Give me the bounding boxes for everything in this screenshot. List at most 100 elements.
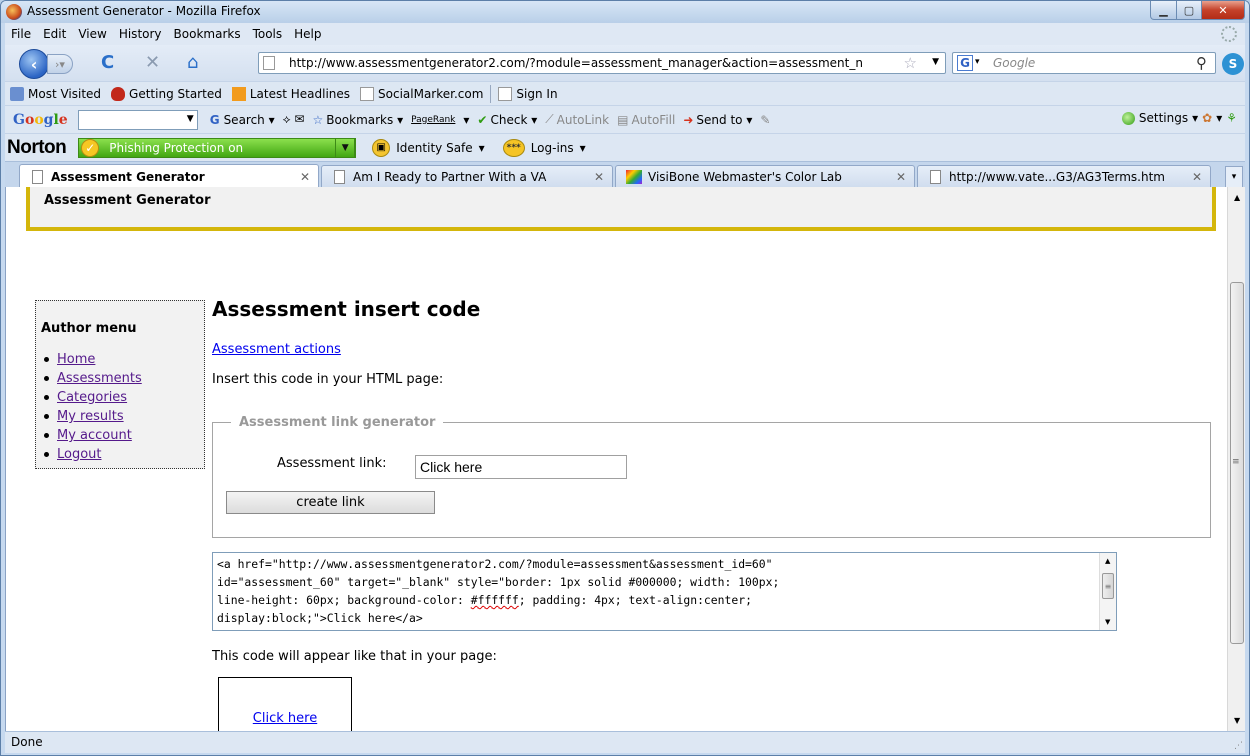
close-tab-icon[interactable]: ✕ xyxy=(1192,170,1202,184)
list-all-tabs-button[interactable]: ▾ xyxy=(1225,166,1243,188)
menu-view[interactable]: View xyxy=(72,27,112,41)
bookmark-sign-in[interactable]: Sign In xyxy=(493,86,562,101)
scroll-up-icon[interactable]: ▲ xyxy=(1105,557,1110,565)
menu-tools[interactable]: Tools xyxy=(247,27,289,41)
google-search-button[interactable]: G Search ▾ xyxy=(206,113,279,127)
page-icon xyxy=(930,170,941,184)
close-window-button[interactable]: ✕ xyxy=(1201,1,1245,20)
tab-strip: Assessment Generator ✕ Am I Ready to Par… xyxy=(5,161,1245,188)
sendto-button[interactable]: ➜ Send to ▾ xyxy=(679,113,756,127)
forward-button[interactable]: ›▾ xyxy=(47,54,73,74)
url-dropdown-icon[interactable]: ▼ xyxy=(932,57,939,67)
preview-box: Click here xyxy=(218,677,352,731)
tab-assessment-generator[interactable]: Assessment Generator ✕ xyxy=(19,164,319,188)
menu-help[interactable]: Help xyxy=(288,27,327,41)
pencil-icon[interactable]: ✎ xyxy=(756,113,774,127)
close-tab-icon[interactable]: ✕ xyxy=(594,170,604,184)
identity-safe-button[interactable]: ▣ Identity Safe ▾ xyxy=(372,138,485,157)
google-logo: Google xyxy=(13,111,68,128)
pagerank-dropdown[interactable]: ▾ xyxy=(459,113,473,127)
bookmark-most-visited[interactable]: Most Visited xyxy=(5,86,106,101)
create-link-button[interactable]: create link xyxy=(226,491,435,514)
maximize-button[interactable]: ▢ xyxy=(1176,1,1202,20)
extension-icon[interactable]: ✿ xyxy=(1202,111,1212,125)
bookmark-star-icon[interactable]: ☆ xyxy=(904,54,917,72)
chevron-down-icon[interactable]: ▼ xyxy=(187,114,194,124)
assessment-link-input[interactable]: Click here xyxy=(415,455,627,479)
chevron-down-icon: ▾ xyxy=(478,140,485,155)
settings-dropdown[interactable]: ▾ xyxy=(1192,111,1198,125)
phishing-protection-status[interactable]: ✓ Phishing Protection on ▼ xyxy=(78,137,357,158)
browser-window: Assessment Generator - Mozilla Firefox ▁… xyxy=(0,0,1250,756)
url-bar[interactable]: http://www.assessmentgenerator2.com/?mod… xyxy=(258,52,946,74)
scroll-up-icon[interactable]: ▲ xyxy=(1234,193,1240,202)
most-visited-icon xyxy=(10,86,24,101)
insert-code-textarea[interactable]: <a href="http://www.assessmentgenerator2… xyxy=(212,552,1117,631)
scroll-down-icon[interactable]: ▼ xyxy=(1105,618,1110,626)
menu-edit[interactable]: Edit xyxy=(37,27,72,41)
tab-ag3terms[interactable]: http://www.vate...G3/AG3Terms.htm ✕ xyxy=(917,165,1211,188)
engine-dropdown-icon[interactable]: ▾ xyxy=(975,57,980,67)
menu-link-categories[interactable]: Categories xyxy=(57,388,127,407)
textarea-scrollbar[interactable]: ▲ ≡ ▼ xyxy=(1099,553,1116,630)
search-box[interactable]: G ▾ Google ⚲ xyxy=(952,52,1216,74)
stop-icon[interactable]: ✕ xyxy=(145,53,160,73)
tab-partner-va[interactable]: Am I Ready to Partner With a VA ✕ xyxy=(321,165,613,188)
chevron-down-icon[interactable]: ▼ xyxy=(335,137,356,158)
code-line-3-end: ; padding: 4px; text-align:center; xyxy=(518,593,752,607)
resize-grip-icon[interactable]: ⋰ xyxy=(1234,741,1243,751)
autolink-button[interactable]: ⟋ AutoLink xyxy=(541,112,613,127)
search-icon[interactable]: ⚲ xyxy=(1196,54,1207,72)
check-button[interactable]: ✔ Check ▾ xyxy=(473,113,541,127)
bookmark-socialmarker[interactable]: SocialMarker.com xyxy=(355,86,488,101)
tab-label: http://www.vate...G3/AG3Terms.htm xyxy=(949,170,1165,184)
tab-visibone[interactable]: VisiBone Webmaster's Color Lab ✕ xyxy=(615,165,915,188)
menu-link-home[interactable]: Home xyxy=(57,350,95,369)
bookmark-getting-started[interactable]: Getting Started xyxy=(106,86,227,101)
assessment-link-label: Assessment link: xyxy=(277,456,387,471)
scroll-down-icon[interactable]: ▼ xyxy=(1234,716,1240,725)
bookmark-latest-headlines[interactable]: Latest Headlines xyxy=(227,86,355,101)
menu-link-my-results[interactable]: My results xyxy=(57,407,124,426)
g-icon: G xyxy=(209,112,220,127)
gtool-icon[interactable]: ⟡ ✉ xyxy=(279,112,309,127)
close-tab-icon[interactable]: ✕ xyxy=(896,170,906,184)
toolbar-more-icon[interactable]: ⚘ xyxy=(1226,111,1237,125)
preview-link[interactable]: Click here xyxy=(253,711,317,726)
code-color-value: #ffffff xyxy=(470,593,519,607)
page-icon xyxy=(334,170,345,184)
url-text[interactable]: http://www.assessmentgenerator2.com/?mod… xyxy=(289,56,879,70)
sendto-label: Send to xyxy=(696,112,743,127)
home-icon[interactable]: ⌂ xyxy=(187,53,198,73)
menu-file[interactable]: File xyxy=(5,27,37,41)
google-bookmarks-button[interactable]: ☆ Bookmarks ▾ xyxy=(308,113,407,127)
code-text[interactable]: <a href="http://www.assessmentgenerator2… xyxy=(217,555,1092,630)
back-button[interactable]: ‹ xyxy=(19,49,49,79)
status-text: Done xyxy=(11,735,43,749)
minimize-button[interactable]: ▁ xyxy=(1150,1,1177,20)
link-generator-fieldset: Assessment link generator Assessment lin… xyxy=(212,415,1211,538)
reload-icon[interactable]: C xyxy=(101,53,114,73)
lock-icon: ▣ xyxy=(372,138,391,157)
scroll-thumb[interactable]: ≡ xyxy=(1102,573,1114,599)
page-scrollbar[interactable]: ▲ ≡ ▼ xyxy=(1227,187,1245,731)
autofill-button[interactable]: ▤ AutoFill xyxy=(613,113,679,127)
menu-link-assessments[interactable]: Assessments xyxy=(57,369,142,388)
window-title: Assessment Generator - Mozilla Firefox xyxy=(27,4,261,18)
search-engine-icon[interactable]: G xyxy=(957,55,973,71)
menu-link-logout[interactable]: Logout xyxy=(57,445,102,464)
bullet xyxy=(44,452,49,457)
page-icon xyxy=(498,86,513,101)
menu-bookmarks[interactable]: Bookmarks xyxy=(168,27,247,41)
logins-button[interactable]: *** Log-ins ▾ xyxy=(502,138,586,157)
close-tab-icon[interactable]: ✕ xyxy=(300,170,310,184)
google-search-input[interactable]: ▼ xyxy=(77,109,198,130)
pagerank-indicator[interactable]: PageRank xyxy=(407,115,459,125)
extension-dropdown[interactable]: ▾ xyxy=(1216,111,1222,125)
menu-link-my-account[interactable]: My account xyxy=(57,426,132,445)
code-line-3: line-height: 60px; background-color: xyxy=(217,593,471,607)
skype-icon[interactable]: S xyxy=(1222,53,1244,75)
assessment-actions-link[interactable]: Assessment actions xyxy=(212,342,341,357)
settings-button[interactable]: Settings xyxy=(1139,111,1188,125)
menu-history[interactable]: History xyxy=(113,27,168,41)
